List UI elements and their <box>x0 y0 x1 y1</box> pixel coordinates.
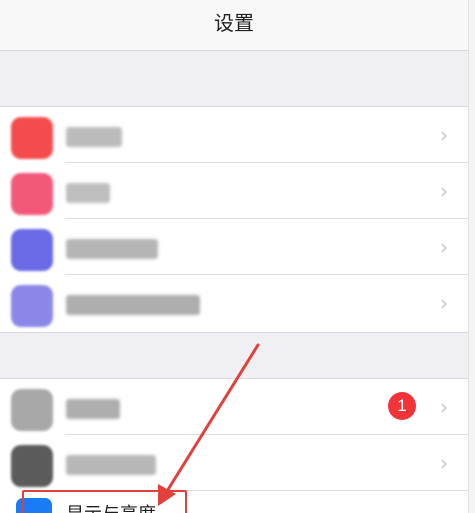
app-icon <box>11 285 53 327</box>
page-title: 设置 <box>214 11 254 35</box>
settings-group-top: › › › › <box>0 106 468 333</box>
row-label-blurred <box>66 295 200 315</box>
row-label-blurred <box>66 399 120 419</box>
row-label-blurred <box>66 455 156 475</box>
settings-row-4[interactable]: › <box>0 275 468 331</box>
chevron-right-icon: › <box>440 451 448 475</box>
chevron-right-icon: › <box>440 291 448 315</box>
app-icon <box>11 173 53 215</box>
settings-row-5[interactable]: 1 › <box>0 379 468 435</box>
chevron-right-icon: › <box>440 179 448 203</box>
row-label-blurred <box>66 127 122 147</box>
chevron-right-icon: › <box>440 395 448 419</box>
settings-row-6[interactable]: › <box>0 435 468 491</box>
scrollbar-gutter <box>468 0 475 513</box>
toggle-app-icon <box>11 445 53 487</box>
row-label-blurred <box>66 183 110 203</box>
settings-row-2[interactable]: › <box>0 163 468 219</box>
settings-screen: 设置 › › › › 1 › › <box>0 0 468 513</box>
navigation-bar: 设置 <box>0 0 468 51</box>
chevron-right-icon: › <box>440 123 448 147</box>
row-label-blurred <box>66 239 158 259</box>
highlight-box <box>22 490 187 513</box>
app-icon <box>11 117 53 159</box>
settings-row-3[interactable]: › <box>0 219 468 275</box>
chevron-right-icon: › <box>440 235 448 259</box>
app-icon <box>11 389 53 431</box>
app-icon <box>11 229 53 271</box>
settings-row-1[interactable]: › <box>0 107 468 163</box>
notification-badge: 1 <box>388 392 416 420</box>
